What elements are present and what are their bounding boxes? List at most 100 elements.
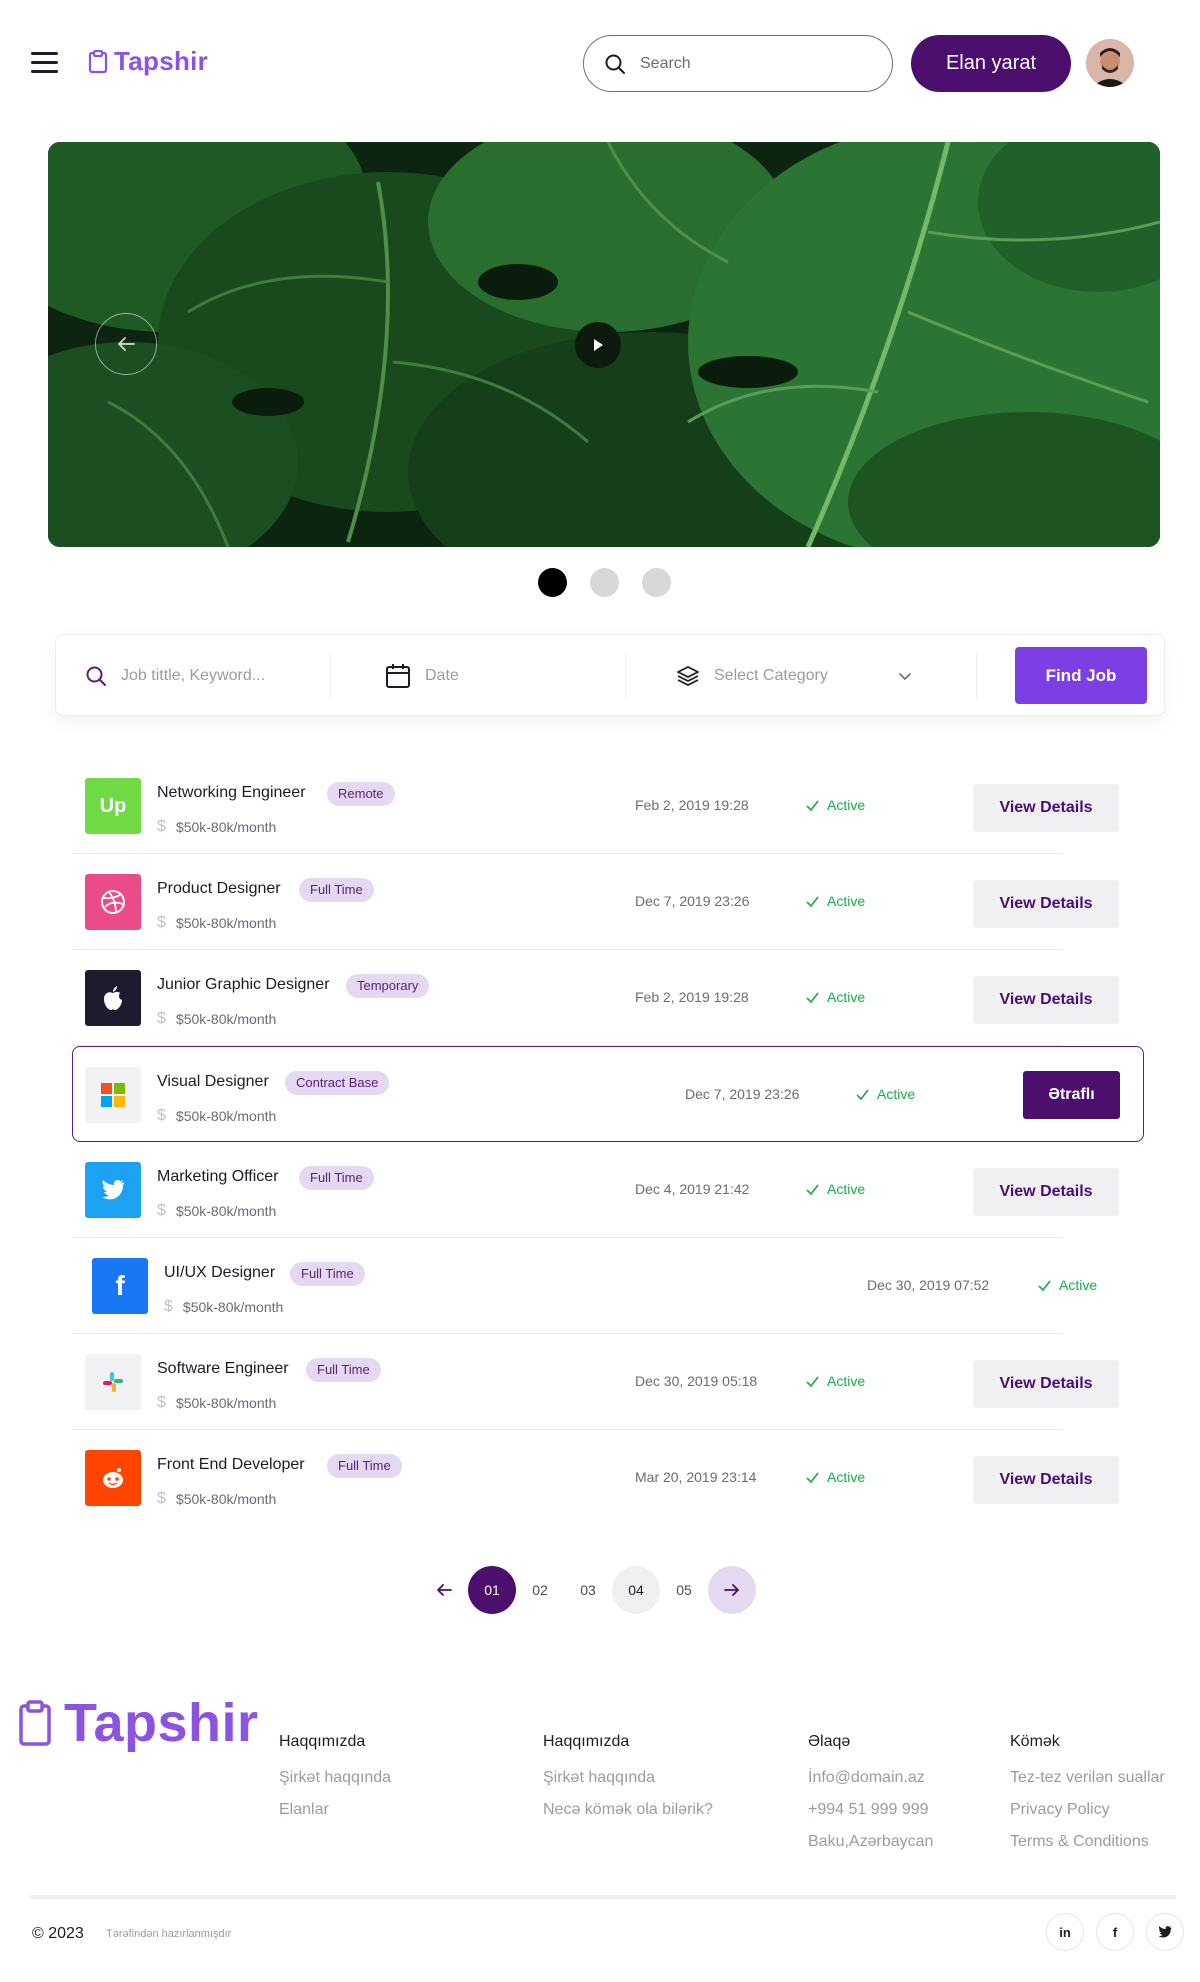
view-details-button[interactable]: View Details — [973, 976, 1119, 1024]
details-button[interactable]: Ətraflı — [1023, 1071, 1120, 1119]
arrow-left-icon — [437, 1584, 452, 1596]
view-details-button[interactable]: View Details — [973, 784, 1119, 832]
carousel-dot-2[interactable] — [590, 568, 619, 597]
salary-text: $50k-80k/month — [175, 1108, 277, 1124]
salary-text: $50k-80k/month — [182, 1299, 284, 1315]
posted-date: Dec 30, 2019 07:52 — [867, 1277, 990, 1293]
check-icon — [806, 1472, 819, 1483]
job-title[interactable]: UI/UX Designer — [164, 1264, 275, 1282]
footer-link[interactable]: Privacy Policy — [1010, 1801, 1165, 1819]
status-text: Active — [827, 893, 866, 909]
dollar-icon: $ — [157, 1490, 166, 1507]
posted-date: Dec 7, 2019 23:26 — [635, 893, 750, 909]
footer-column-about-2: Haqqımızda Şirkət haqqında Necə kömək ol… — [543, 1733, 713, 1833]
job-row: Marketing Officer Full Time $ $50k-80k/m… — [72, 1142, 1152, 1238]
brand-logo[interactable]: Tapshir — [88, 46, 208, 77]
prev-page-button[interactable] — [420, 1566, 468, 1614]
carousel-dot-1[interactable] — [538, 568, 567, 597]
check-icon — [806, 896, 819, 907]
status: Active — [806, 797, 865, 813]
view-details-button[interactable]: View Details — [973, 1168, 1119, 1216]
posted-date: Mar 20, 2019 23:14 — [635, 1469, 757, 1485]
status: Active — [806, 989, 865, 1005]
salary-text: $50k-80k/month — [175, 819, 277, 835]
job-row: Up Networking Engineer Remote $ $50k-80k… — [72, 758, 1152, 854]
menu-bar — [31, 52, 58, 55]
footer-link[interactable]: Necə kömək ola bilərik? — [543, 1801, 713, 1819]
footer-link[interactable]: Şirkət haqqında — [279, 1769, 391, 1787]
menu-bar — [31, 70, 58, 73]
dollar-icon: $ — [157, 1394, 166, 1411]
check-icon — [806, 992, 819, 1003]
page-1[interactable]: 01 — [468, 1566, 516, 1614]
page-2[interactable]: 02 — [516, 1566, 564, 1614]
page-3[interactable]: 03 — [564, 1566, 612, 1614]
footer-link[interactable]: İnfo@domain.az — [808, 1769, 933, 1787]
keyword-field[interactable]: Job tittle, Keyword... — [85, 635, 265, 717]
job-title[interactable]: Junior Graphic Designer — [157, 976, 330, 994]
footer-link[interactable]: Elanlar — [279, 1801, 391, 1819]
category-label: Select Category — [714, 667, 828, 684]
view-details-button[interactable]: View Details — [973, 1456, 1119, 1504]
footer-heading: Əlaqə — [808, 1733, 851, 1750]
footer-link[interactable]: +994 51 999 999 — [808, 1801, 933, 1819]
posted-date: Feb 2, 2019 19:28 — [635, 989, 749, 1005]
status-text: Active — [827, 797, 866, 813]
twitter-icon — [1158, 1926, 1172, 1938]
menu-button[interactable] — [31, 52, 58, 74]
search-input[interactable] — [640, 54, 860, 73]
view-details-button[interactable]: View Details — [973, 1360, 1119, 1408]
arrow-right-icon — [724, 1584, 739, 1596]
salary: $ $50k-80k/month — [157, 818, 276, 836]
job-type-badge: Full Time — [299, 1166, 374, 1190]
status-text: Active — [827, 1469, 866, 1485]
job-title[interactable]: Marketing Officer — [157, 1168, 279, 1186]
find-job-button[interactable]: Find Job — [1015, 647, 1147, 704]
check-icon — [806, 1376, 819, 1387]
search-icon — [86, 666, 106, 686]
copyright: © 2023 — [32, 1925, 84, 1942]
twitter-button[interactable] — [1146, 1913, 1184, 1951]
facebook-icon: f — [1112, 1924, 1118, 1940]
linkedin-button[interactable]: in — [1046, 1913, 1084, 1951]
job-title[interactable]: Software Engineer — [157, 1360, 289, 1378]
footer-column-about: Haqqımızda Şirkət haqqında Elanlar — [279, 1733, 391, 1833]
dollar-icon: $ — [157, 1010, 166, 1027]
footer-link[interactable]: Tez-tez verilən suallar — [1010, 1769, 1165, 1787]
footer-link[interactable]: Terms & Conditions — [1010, 1833, 1165, 1851]
dollar-icon: $ — [157, 1202, 166, 1219]
footer-link[interactable]: Baku,Azərbaycan — [808, 1833, 933, 1851]
create-listing-button[interactable]: Elan yarat — [911, 35, 1071, 92]
view-details-button[interactable]: View Details — [973, 880, 1119, 928]
salary-text: $50k-80k/month — [175, 1395, 277, 1411]
footer-heading: Haqqımızda — [279, 1733, 366, 1750]
posted-date: Feb 2, 2019 19:28 — [635, 797, 749, 813]
reddit-icon — [85, 1450, 141, 1506]
play-button[interactable] — [575, 322, 621, 368]
job-row-selected[interactable]: Visual Designer Contract Base $ $50k-80k… — [72, 1046, 1144, 1142]
search-box[interactable] — [583, 35, 893, 92]
page-5[interactable]: 05 — [660, 1566, 708, 1614]
footer-brand-logo[interactable]: Tapshir — [18, 1692, 259, 1754]
carousel-dots — [538, 568, 671, 597]
dollar-icon: $ — [164, 1298, 173, 1315]
category-select[interactable]: Select Category — [676, 635, 976, 717]
carousel-dot-3[interactable] — [642, 568, 671, 597]
footer-link[interactable]: Şirkət haqqında — [543, 1769, 713, 1787]
job-title[interactable]: Visual Designer — [157, 1073, 269, 1091]
clipboard-icon — [19, 1700, 51, 1746]
job-title[interactable]: Product Designer — [157, 880, 281, 898]
page-4[interactable]: 04 — [612, 1566, 660, 1614]
carousel-prev-button[interactable] — [95, 313, 157, 375]
next-page-button[interactable] — [708, 1566, 756, 1614]
job-title[interactable]: Networking Engineer — [157, 784, 306, 802]
status: Active — [856, 1086, 915, 1102]
status-text: Active — [827, 1181, 866, 1197]
avatar[interactable] — [1086, 39, 1134, 87]
facebook-button[interactable]: f — [1096, 1913, 1134, 1951]
hero-banner — [48, 142, 1160, 547]
job-title[interactable]: Front End Developer — [157, 1456, 305, 1474]
date-field[interactable]: Date — [385, 635, 459, 717]
pagination: 01 02 03 04 05 — [420, 1566, 756, 1614]
footer-divider — [30, 1895, 1176, 1899]
